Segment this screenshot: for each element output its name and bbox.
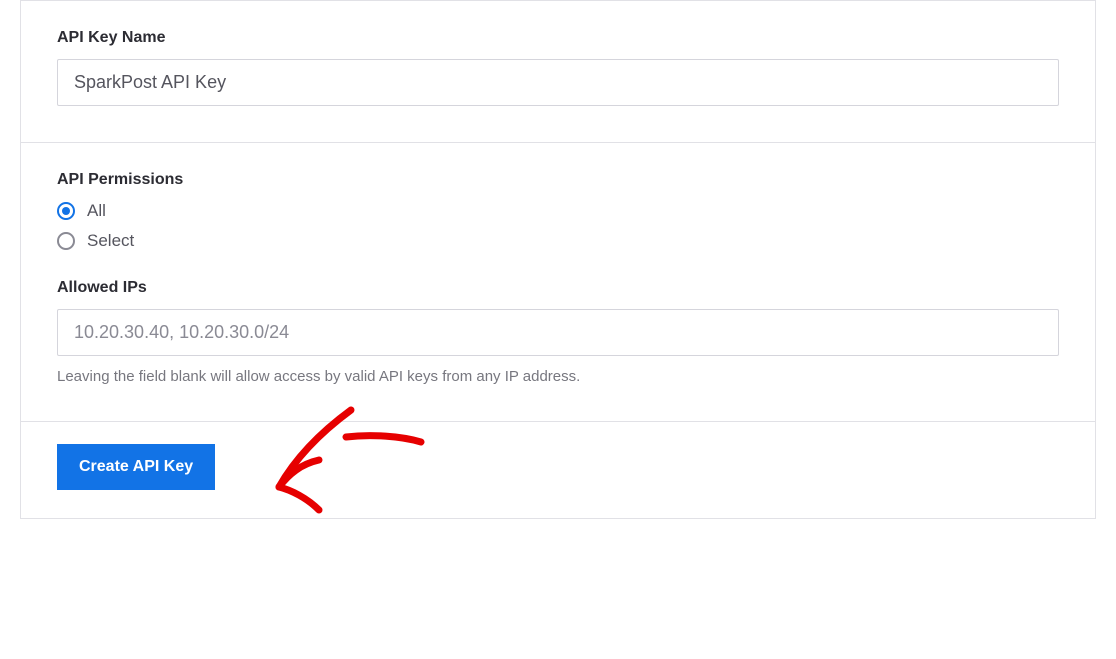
allowed-ips-input[interactable] (57, 309, 1059, 356)
permission-all-label: All (87, 201, 106, 221)
permissions-ips-section: API Permissions All Select Allowed IPs L… (21, 142, 1095, 421)
permission-select-label: Select (87, 231, 134, 251)
api-key-name-input[interactable] (57, 59, 1059, 106)
permission-all-radio[interactable]: All (57, 201, 1059, 221)
actions-section: Create API Key (21, 421, 1095, 518)
permissions-radio-group: All Select (57, 201, 1059, 251)
allowed-ips-label: Allowed IPs (57, 279, 1059, 297)
api-permissions-label: API Permissions (57, 171, 1059, 189)
create-api-key-button[interactable]: Create API Key (57, 444, 215, 490)
radio-unselected-icon (57, 232, 75, 250)
permissions-block: API Permissions All Select (57, 171, 1059, 251)
radio-selected-icon (57, 202, 75, 220)
allowed-ips-block: Allowed IPs Leaving the field blank will… (57, 279, 1059, 385)
api-key-form: API Key Name API Permissions All Select … (20, 0, 1096, 519)
api-key-name-label: API Key Name (57, 29, 1059, 47)
allowed-ips-help: Leaving the field blank will allow acces… (57, 368, 1059, 385)
permission-select-radio[interactable]: Select (57, 231, 1059, 251)
api-key-name-section: API Key Name (21, 1, 1095, 142)
